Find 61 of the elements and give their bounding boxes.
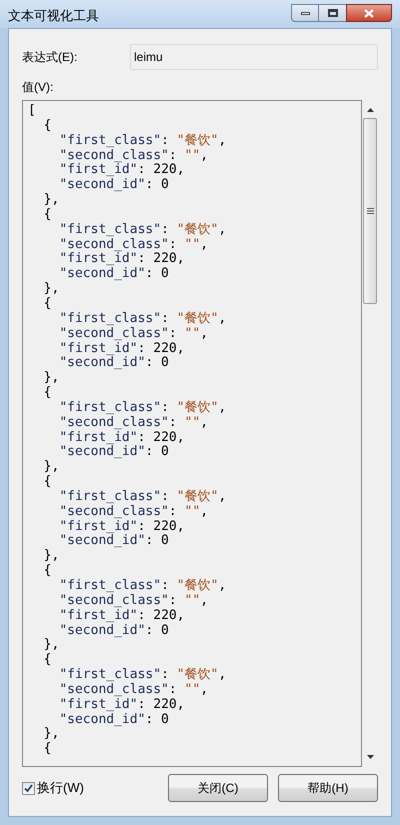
code-line: "first_id": 220,	[58, 163, 185, 178]
code-line: },	[42, 727, 60, 742]
code-line: "second_id": 0	[58, 356, 169, 372]
code-line: },	[42, 460, 60, 475]
code-line: "second_class": "",	[58, 504, 208, 520]
minimize-button[interactable]	[291, 4, 319, 22]
code-line: "second_id": 0	[58, 712, 169, 728]
code-line: [	[28, 104, 36, 119]
code-line: "first_class": "餐饮",	[58, 312, 226, 327]
scrollbar-thumb[interactable]	[363, 118, 377, 304]
code-line: "first_class": "餐饮",	[58, 490, 226, 505]
code-line: "second_class": "",	[58, 238, 208, 252]
expression-label: 表达式(E):	[22, 49, 78, 66]
close-icon	[364, 8, 374, 18]
code-line: "second_id": 0	[58, 624, 169, 638]
code-line: },	[42, 371, 60, 386]
code-line: "second_id": 0	[58, 178, 169, 194]
code-line: {	[42, 475, 52, 490]
dialog-button[interactable]: 关闭(C)	[168, 774, 268, 802]
expression-field[interactable]: leimu	[130, 44, 378, 70]
code-line: },	[42, 282, 60, 297]
code-line: "second_id": 0	[58, 534, 169, 550]
code-line: "second_id": 0	[58, 267, 169, 282]
code-line: "second_class": "",	[58, 326, 208, 342]
code-line: "second_class": "",	[58, 682, 208, 698]
code-line: "first_class": "餐饮",	[58, 668, 226, 683]
scroll-down-icon	[366, 755, 374, 759]
code-line: },	[42, 638, 60, 653]
code-line: {	[42, 386, 52, 401]
code-line: {	[42, 208, 52, 223]
wrap-label: 换行(W)	[37, 779, 84, 798]
code-line: },	[42, 193, 60, 208]
grip-icon	[366, 208, 374, 214]
code-line: "second_class": "",	[58, 594, 208, 609]
scroll-up-icon	[366, 108, 374, 112]
code-line: "first_class": "餐饮",	[58, 579, 226, 594]
code-line: {	[42, 296, 52, 312]
maximize-button[interactable]	[319, 4, 346, 22]
code-line: "first_id": 220,	[58, 342, 185, 356]
code-line: {	[42, 564, 52, 579]
code-line: {	[42, 118, 52, 134]
code-line: },	[42, 549, 60, 564]
code-line: "first_class": "餐饮",	[58, 400, 226, 416]
code-line: "second_class": "",	[58, 416, 208, 431]
code-line: "first_id": 220,	[58, 520, 185, 534]
code-line: "first_id": 220,	[58, 698, 185, 713]
code-line: {	[42, 653, 52, 668]
code-line: "first_class": "餐饮",	[58, 134, 226, 149]
wrap-checkbox[interactable]	[22, 782, 35, 794]
code-line: "second_class": "",	[58, 148, 208, 163]
code-line: "first_class": "餐饮",	[58, 222, 226, 238]
code-line: "first_id": 220,	[58, 252, 185, 267]
close-button[interactable]	[346, 4, 392, 22]
value-label: 值(V):	[22, 79, 54, 96]
window-title: 文本可视化工具	[8, 7, 99, 25]
code-line: {	[42, 742, 52, 758]
dialog-button[interactable]: 帮助(H)	[278, 774, 378, 802]
code-text-area[interactable]	[22, 100, 362, 767]
code-line: "first_id": 220,	[58, 608, 185, 624]
code-line: "first_id": 220,	[58, 430, 185, 445]
code-line: "second_id": 0	[58, 445, 169, 460]
